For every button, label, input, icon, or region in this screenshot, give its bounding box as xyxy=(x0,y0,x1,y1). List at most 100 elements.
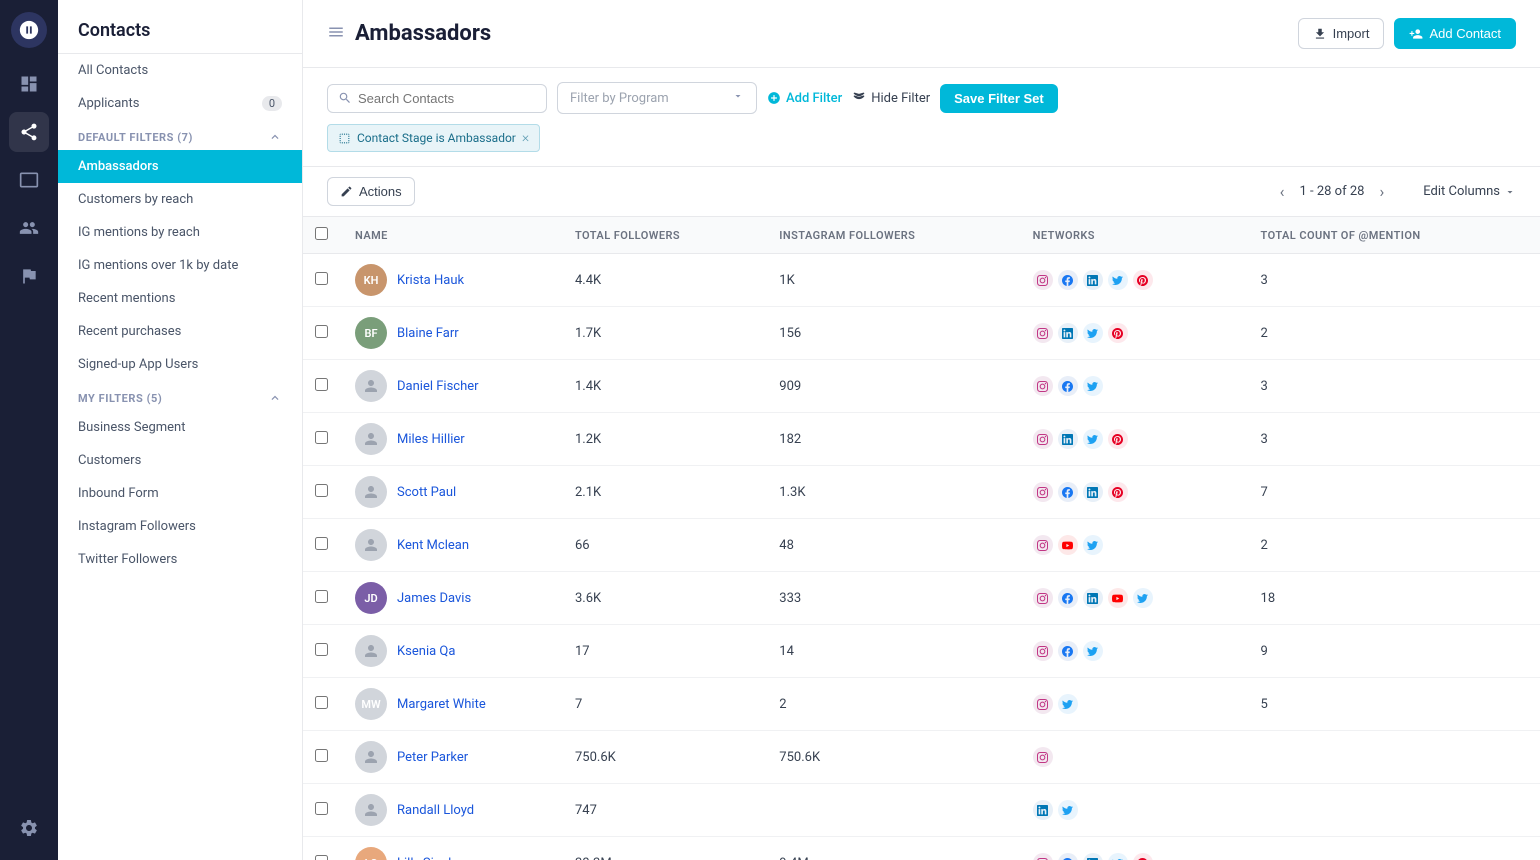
filter-close-button[interactable]: × xyxy=(522,130,529,146)
add-contact-button[interactable]: Add Contact xyxy=(1394,18,1516,49)
total-followers: 750.6K xyxy=(563,731,767,784)
avatar xyxy=(355,794,387,826)
avatar xyxy=(355,370,387,402)
sidebar-item-ig-mentions-1k[interactable]: IG mentions over 1k by date xyxy=(58,249,302,282)
networks-cell xyxy=(1021,307,1249,360)
ig-followers: 156 xyxy=(767,307,1020,360)
row-checkbox[interactable] xyxy=(315,484,328,497)
sidebar-item-signed-up-app-users[interactable]: Signed-up App Users xyxy=(58,348,302,381)
pi-icon xyxy=(1108,429,1128,449)
total-followers: 66 xyxy=(563,519,767,572)
contact-name[interactable]: Randall Lloyd xyxy=(397,803,474,818)
import-button[interactable]: Import xyxy=(1298,18,1385,49)
row-checkbox[interactable] xyxy=(315,378,328,391)
icon-nav xyxy=(0,0,58,860)
row-checkbox[interactable] xyxy=(315,590,328,603)
mention-count: 3 xyxy=(1249,360,1540,413)
nav-share-btn[interactable] xyxy=(9,112,49,152)
edit-columns-button[interactable]: Edit Columns xyxy=(1423,184,1516,199)
nav-content-btn[interactable] xyxy=(9,160,49,200)
nav-dashboard-btn[interactable] xyxy=(9,64,49,104)
row-checkbox[interactable] xyxy=(315,325,328,338)
contacts-table: NAME TOTAL FOLLOWERS INSTAGRAM FOLLOWERS… xyxy=(303,217,1540,860)
app-logo[interactable] xyxy=(11,12,47,48)
contact-cell: Daniel Fischer xyxy=(355,370,551,402)
nav-settings-btn[interactable] xyxy=(9,808,49,848)
contact-name[interactable]: Miles Hillier xyxy=(397,432,465,447)
nav-flag-btn[interactable] xyxy=(9,256,49,296)
sidebar-item-recent-purchases[interactable]: Recent purchases xyxy=(58,315,302,348)
prev-page-button[interactable]: ‹ xyxy=(1273,178,1292,205)
row-checkbox[interactable] xyxy=(315,696,328,709)
sidebar-item-ig-mentions-reach[interactable]: IG mentions by reach xyxy=(58,216,302,249)
search-box[interactable] xyxy=(327,84,547,113)
search-input[interactable] xyxy=(358,91,536,106)
contact-name[interactable]: Krista Hauk xyxy=(397,273,464,288)
add-filter-button[interactable]: Add Filter xyxy=(767,91,842,106)
sidebar-item-recent-mentions[interactable]: Recent mentions xyxy=(58,282,302,315)
row-checkbox[interactable] xyxy=(315,749,328,762)
program-filter-select[interactable]: Filter by Program xyxy=(557,82,757,114)
contact-name[interactable]: Lilly Singh xyxy=(397,856,455,860)
total-followers: 1.7K xyxy=(563,307,767,360)
row-checkbox[interactable] xyxy=(315,272,328,285)
row-checkbox[interactable] xyxy=(315,855,328,860)
avatar xyxy=(355,741,387,773)
row-checkbox[interactable] xyxy=(315,431,328,444)
next-page-button[interactable]: › xyxy=(1372,178,1391,205)
contact-cell: BF Blaine Farr xyxy=(355,317,551,349)
sidebar-item-customers-reach[interactable]: Customers by reach xyxy=(58,183,302,216)
networks-cell xyxy=(1021,572,1249,625)
my-filters-header[interactable]: MY FILTERS (5) xyxy=(58,381,302,411)
table-row: MWMargaret White725 xyxy=(303,678,1540,731)
contact-name[interactable]: James Davis xyxy=(397,591,471,606)
contact-name[interactable]: Kent Mclean xyxy=(397,538,469,553)
row-checkbox[interactable] xyxy=(315,643,328,656)
networks-cell xyxy=(1021,731,1249,784)
contact-cell: Scott Paul xyxy=(355,476,551,508)
mention-count xyxy=(1249,731,1540,784)
applicants-badge: 0 xyxy=(262,96,282,111)
sidebar-item-inbound-form[interactable]: Inbound Form xyxy=(58,477,302,510)
select-all-checkbox[interactable] xyxy=(315,227,328,240)
contact-name[interactable]: Peter Parker xyxy=(397,750,468,765)
main-content: Ambassadors Import Add Contact Filter by… xyxy=(303,0,1540,860)
tw-icon xyxy=(1083,323,1103,343)
actions-button[interactable]: Actions xyxy=(327,177,415,206)
nav-contacts-btn[interactable] xyxy=(9,208,49,248)
sidebar-item-business-segment[interactable]: Business Segment xyxy=(58,411,302,444)
contact-name[interactable]: Scott Paul xyxy=(397,485,456,500)
header-actions: Import Add Contact xyxy=(1298,18,1516,49)
contact-name[interactable]: Ksenia Qa xyxy=(397,644,455,659)
mention-count xyxy=(1249,837,1540,860)
row-checkbox[interactable] xyxy=(315,802,328,815)
save-filter-set-button[interactable]: Save Filter Set xyxy=(940,84,1058,113)
pi-icon xyxy=(1133,853,1153,860)
contact-name[interactable]: Blaine Farr xyxy=(397,326,459,341)
sidebar-item-all-contacts[interactable]: All Contacts xyxy=(58,54,302,87)
pi-icon xyxy=(1133,270,1153,290)
tw-icon xyxy=(1083,641,1103,661)
sidebar-item-twitter-followers[interactable]: Twitter Followers xyxy=(58,543,302,576)
contact-name[interactable]: Margaret White xyxy=(397,697,486,712)
hamburger-icon[interactable] xyxy=(327,23,345,45)
sidebar-item-ambassadors[interactable]: Ambassadors xyxy=(58,150,302,183)
ig-followers: 750.6K xyxy=(767,731,1020,784)
hide-filter-button[interactable]: Hide Filter xyxy=(852,91,930,106)
networks-cell xyxy=(1021,360,1249,413)
fb-icon xyxy=(1058,376,1078,396)
sidebar-item-applicants[interactable]: Applicants 0 xyxy=(58,87,302,120)
sidebar-item-instagram-followers[interactable]: Instagram Followers xyxy=(58,510,302,543)
table-row: BFBlaine Farr1.7K1562 xyxy=(303,307,1540,360)
total-followers: 7 xyxy=(563,678,767,731)
filter-tag-ambassador: Contact Stage is Ambassador × xyxy=(327,124,540,152)
total-followers: 1.4K xyxy=(563,360,767,413)
row-checkbox[interactable] xyxy=(315,537,328,550)
ig-followers: 182 xyxy=(767,413,1020,466)
sidebar-item-customers[interactable]: Customers xyxy=(58,444,302,477)
default-filters-header[interactable]: DEFAULT FILTERS (7) xyxy=(58,120,302,150)
networks-cell xyxy=(1021,678,1249,731)
table-row: KHKrista Hauk4.4K1K3 xyxy=(303,254,1540,307)
contact-name[interactable]: Daniel Fischer xyxy=(397,379,479,394)
avatar: BF xyxy=(355,317,387,349)
